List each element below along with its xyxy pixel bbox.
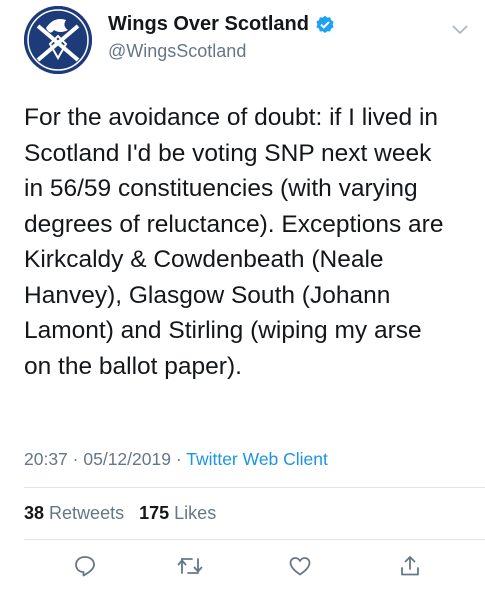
reply-icon[interactable] bbox=[70, 551, 100, 581]
like-icon[interactable] bbox=[285, 551, 315, 581]
likes-count: 175 bbox=[139, 503, 170, 523]
share-icon[interactable] bbox=[395, 551, 425, 581]
likes-stat[interactable]: 175 Likes bbox=[139, 503, 216, 523]
retweets-stat[interactable]: 38 Retweets bbox=[24, 503, 124, 523]
tweet-date: 05/12/2019 bbox=[83, 449, 171, 469]
tweet-line: Lamont) and Stirling (wiping my arse bbox=[24, 317, 422, 344]
tweet-line: on the ballot paper). bbox=[24, 352, 242, 380]
meta-separator: · bbox=[175, 449, 182, 469]
tweet-line: For the avoidance of doubt: if I lived i… bbox=[24, 104, 439, 131]
retweets-label: Retweets bbox=[49, 503, 125, 523]
tweet-line: Kirkcaldy & Cowdenbeath (Neale bbox=[24, 246, 384, 273]
retweet-icon[interactable] bbox=[175, 551, 205, 581]
avatar[interactable] bbox=[24, 6, 92, 74]
divider bbox=[24, 487, 485, 488]
saltire-bird-logo-icon bbox=[24, 6, 92, 74]
tweet-text: For the avoidance of doubt: if I lived i… bbox=[24, 100, 469, 384]
retweets-count: 38 bbox=[24, 503, 45, 523]
display-name[interactable]: Wings Over Scotland bbox=[108, 13, 309, 36]
account-name-row: Wings Over Scotland bbox=[108, 13, 335, 36]
chevron-down-icon[interactable] bbox=[452, 22, 468, 40]
verified-badge-icon bbox=[315, 15, 335, 35]
tweet-line: Hanvey), Glasgow South (Johann bbox=[24, 281, 391, 309]
meta-separator: · bbox=[72, 449, 79, 469]
tweet-line: Scotland I'd be voting SNP next week bbox=[24, 139, 432, 167]
tweet-stats: 38 Retweets 175 Likes bbox=[24, 503, 216, 524]
action-bar bbox=[0, 551, 485, 581]
tweet-line: in 56/59 constituencies (with varying bbox=[24, 175, 418, 202]
tweet-time: 20:37 bbox=[24, 449, 68, 469]
tweet-meta: 20:37 · 05/12/2019 · Twitter Web Client bbox=[24, 449, 328, 470]
likes-label: Likes bbox=[174, 503, 217, 523]
tweet-line: degrees of reluctance). Exceptions are bbox=[24, 210, 444, 238]
divider bbox=[24, 539, 485, 540]
account-handle[interactable]: @WingsScotland bbox=[108, 41, 246, 62]
tweet-source-link[interactable]: Twitter Web Client bbox=[186, 449, 328, 469]
